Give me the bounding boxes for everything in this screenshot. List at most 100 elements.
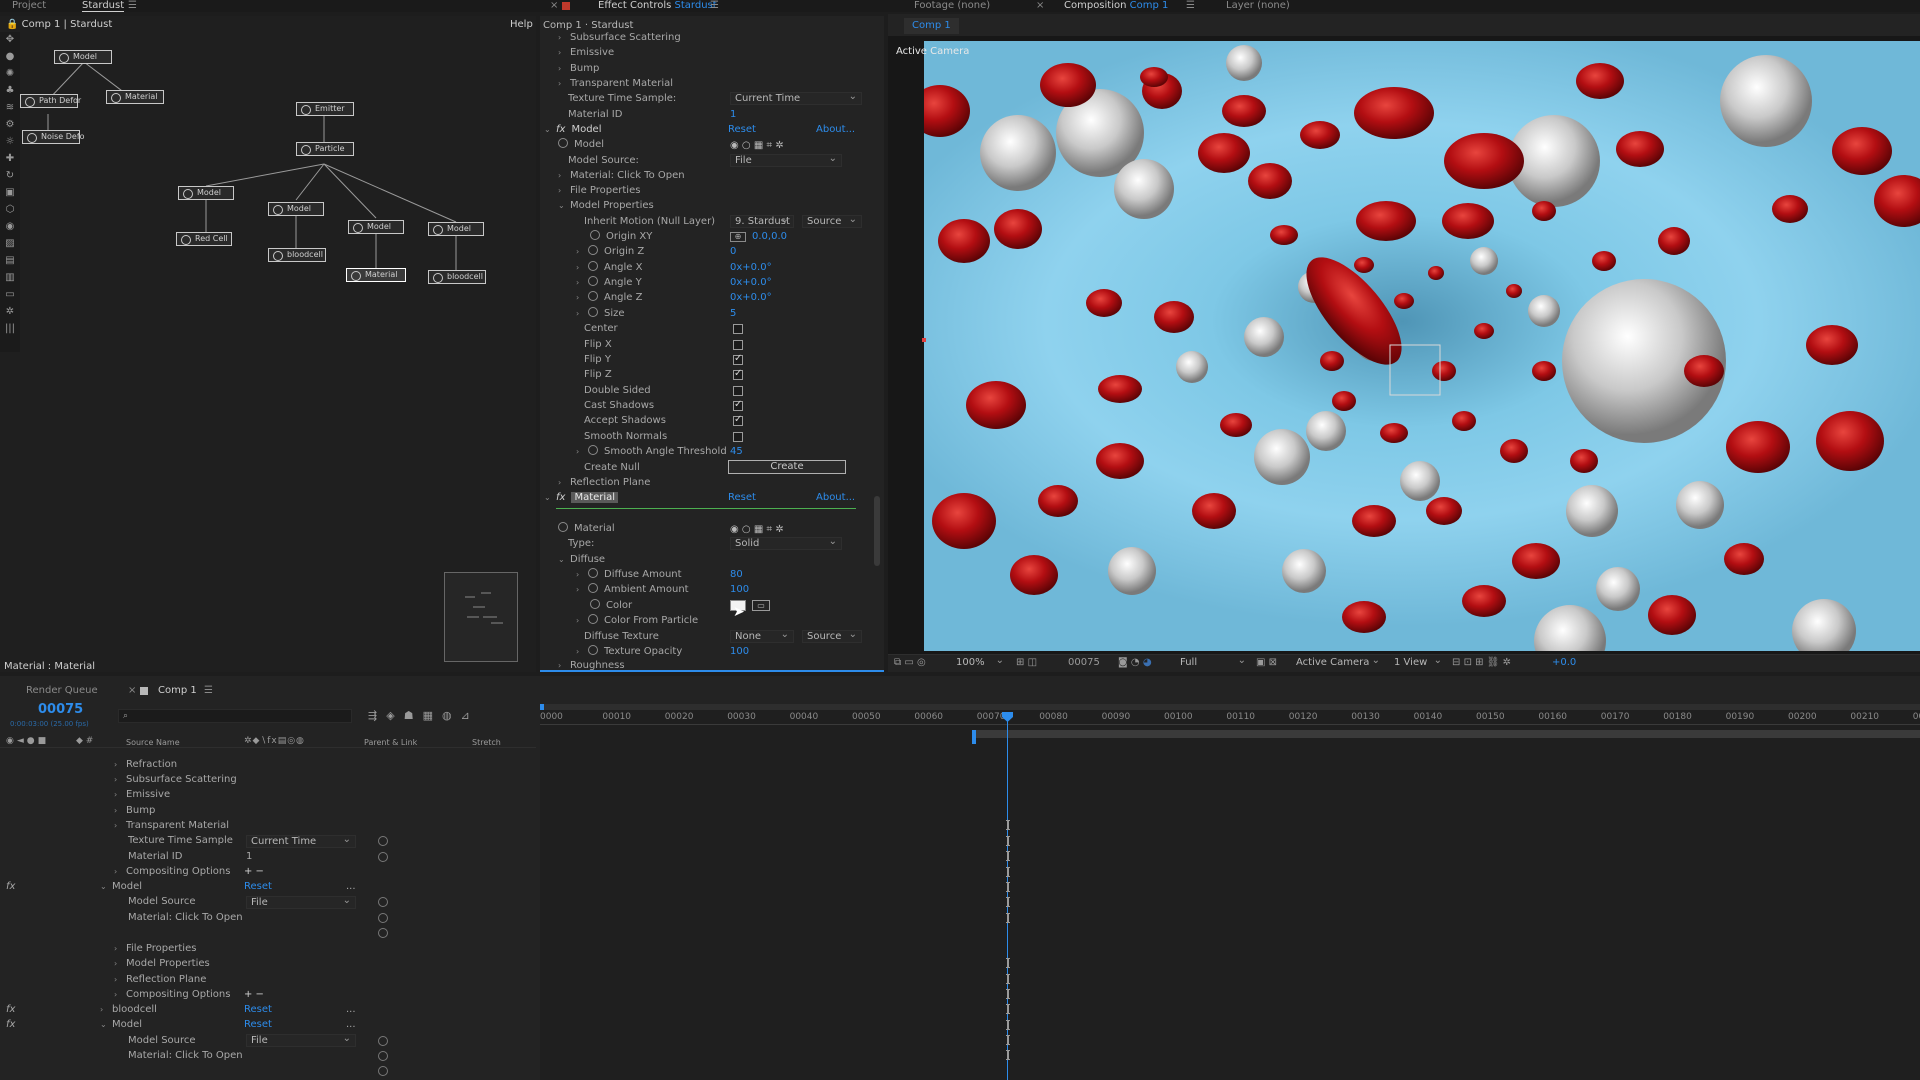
twirl-icon[interactable]: › [576, 307, 582, 321]
tl-bloodcell-reset[interactable]: Reset [244, 1003, 272, 1017]
twirl-icon[interactable]: › [114, 788, 120, 802]
expression-icon[interactable] [378, 836, 388, 846]
region-icon[interactable]: ⧉ [894, 657, 901, 668]
ec-origin-z-value[interactable]: 0 [730, 245, 736, 259]
stopwatch-icon[interactable] [558, 522, 568, 532]
twirl-open-icon[interactable]: ⌄ [558, 199, 565, 213]
tl-model-2[interactable]: ⌄ Model [100, 1018, 142, 1032]
ec-flip-z-checkbox[interactable] [733, 368, 743, 380]
ec-subsurface[interactable]: › Subsurface Scattering [558, 31, 681, 45]
tl-refraction[interactable]: › Refraction [114, 758, 177, 772]
comp-view-tab[interactable]: Comp 1 [904, 18, 959, 34]
ec-double-sided-checkbox[interactable] [733, 386, 743, 396]
tl-subsurface[interactable]: › Subsurface Scattering [114, 773, 237, 787]
tl-range-bar[interactable] [974, 730, 1920, 738]
node-model-4[interactable]: Model [428, 222, 484, 236]
node-bloodcell-1[interactable]: bloodcell [268, 248, 326, 262]
work-area-start-handle[interactable] [540, 704, 544, 710]
tl-fx-badge-2[interactable]: fx [6, 1003, 15, 1017]
tl-bump[interactable]: › Bump [114, 804, 155, 818]
stopwatch-icon[interactable] [588, 261, 598, 271]
tl-reflection-plane[interactable]: › Reflection Plane [114, 973, 206, 987]
close-icon[interactable]: × [1036, 0, 1044, 12]
node-minimap[interactable] [444, 572, 518, 662]
tab-project[interactable]: Project [12, 0, 46, 12]
camera-icon[interactable]: ◙ [1118, 657, 1128, 668]
ec-material-click[interactable]: › Material: Click To Open [558, 169, 685, 183]
expression-icon[interactable] [378, 1036, 388, 1046]
stopwatch-icon[interactable] [588, 568, 598, 578]
resolution-dropdown[interactable]: Full [1176, 655, 1250, 670]
ec-bump[interactable]: › Bump [558, 62, 599, 76]
ec-center-checkbox[interactable] [733, 324, 743, 334]
twirl-open-icon[interactable]: ⌄ [544, 123, 551, 137]
timeline-icon[interactable]: ⊞ [1475, 657, 1483, 668]
ec-transparent[interactable]: › Transparent Material [558, 77, 673, 91]
ec-material-reset[interactable]: Reset [728, 491, 756, 505]
twirl-icon[interactable]: › [114, 988, 120, 1002]
zoom-dropdown[interactable]: 100% [952, 655, 1008, 670]
twirl-icon[interactable]: › [558, 31, 564, 45]
twirl-icon[interactable]: › [114, 804, 120, 818]
twirl-icon[interactable]: › [114, 758, 120, 772]
ec-diffuse-texture-source-dropdown[interactable]: Source [802, 629, 862, 643]
panel-menu-icon[interactable]: ☰ [204, 684, 213, 698]
twirl-icon[interactable]: › [558, 476, 564, 490]
solo-icon[interactable]: ● [27, 736, 38, 746]
tl-model-1[interactable]: ⌄ Model [100, 880, 142, 894]
panel-menu-icon[interactable]: ☰ [1186, 0, 1195, 12]
frame-shape-icon[interactable]: ⌗ [766, 140, 772, 151]
ec-diffuse-texture-dropdown[interactable]: None [730, 629, 794, 643]
twirl-icon[interactable]: › [114, 819, 120, 833]
tl-material-click-2[interactable]: Material: Click To Open [128, 1049, 243, 1063]
tl-compositing-options-2[interactable]: › Compositing Options [114, 988, 230, 1002]
stopwatch-icon[interactable] [588, 445, 598, 455]
ec-flip-x-checkbox[interactable] [733, 340, 743, 350]
ec-file-properties[interactable]: › File Properties [558, 184, 640, 198]
ec-flip-y-checkbox[interactable] [733, 353, 743, 365]
ec-size-value[interactable]: 5 [730, 307, 736, 321]
node-material-selected[interactable]: Material [346, 268, 406, 282]
expression-icon[interactable] [378, 897, 388, 907]
twirl-icon[interactable]: › [558, 46, 564, 60]
twirl-icon[interactable]: › [576, 245, 582, 259]
comp-viewer[interactable]: Active Camera [888, 36, 1920, 654]
ec-smooth-angle-value[interactable]: 45 [730, 445, 743, 459]
node-red-cell[interactable]: Red Cell [176, 232, 232, 246]
exposure-value[interactable]: +0.0 [1552, 657, 1576, 668]
keyframe-icon[interactable] [1006, 851, 1010, 861]
motion-blur-icon[interactable]: ◍ [442, 709, 461, 722]
tl-emissive[interactable]: › Emissive [114, 788, 170, 802]
col-parent[interactable]: Parent & Link [364, 738, 417, 747]
node-noise-deform[interactable]: Noise Defo [22, 130, 85, 144]
keyframe-icon[interactable] [1006, 836, 1010, 846]
expression-icon[interactable] [378, 928, 388, 938]
tab-footage[interactable]: Footage (none) [914, 0, 990, 12]
tl-range-start[interactable] [972, 730, 976, 744]
ec-inherit-motion-dropdown[interactable]: 9. Stardust [730, 214, 794, 228]
twirl-icon[interactable]: › [114, 865, 120, 879]
expression-icon[interactable] [378, 1051, 388, 1061]
keyframe-icon[interactable] [1006, 1004, 1010, 1014]
tl-material-id-value[interactable]: 1 [246, 850, 252, 864]
node-model-2[interactable]: Model [268, 202, 324, 216]
tl-fx-badge-1[interactable]: fx [6, 880, 15, 894]
twirl-icon[interactable]: › [558, 169, 564, 183]
ec-texture-time-sample-dropdown[interactable]: Current Time [730, 91, 862, 105]
keyframe-icon[interactable] [1006, 897, 1010, 907]
tl-compositing-options-1[interactable]: › Compositing Options [114, 865, 230, 879]
twirl-icon[interactable]: › [576, 445, 582, 459]
lock-icon[interactable] [562, 2, 570, 10]
twirl-icon[interactable]: › [576, 276, 582, 290]
col-source-name[interactable]: Source Name [126, 738, 180, 747]
snapshot-icon[interactable]: ◔ [1131, 657, 1140, 668]
expression-icon[interactable] [378, 1066, 388, 1076]
eye-icon[interactable]: ◉ [6, 736, 17, 746]
twirl-icon[interactable]: › [576, 261, 582, 275]
node-path-deform[interactable]: Path Defor [20, 94, 81, 108]
tl-add-remove-2[interactable]: + − [244, 988, 264, 1002]
stopwatch-icon[interactable] [588, 307, 598, 317]
frame-shape-icon[interactable]: ⌗ [766, 524, 772, 535]
expression-icon[interactable] [378, 852, 388, 862]
stopwatch-icon[interactable] [588, 583, 598, 593]
